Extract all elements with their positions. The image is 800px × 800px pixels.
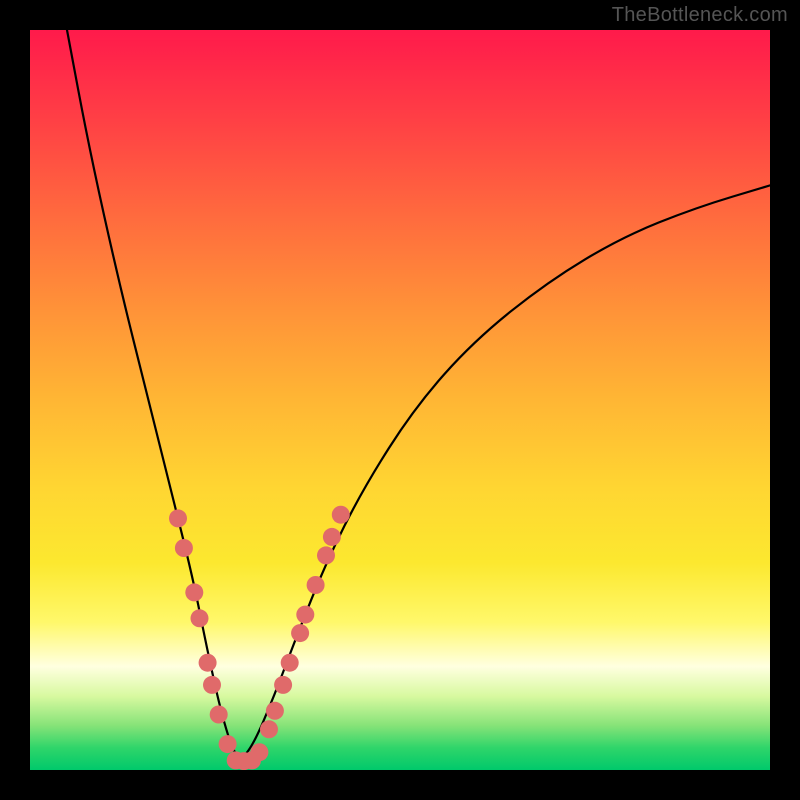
highlight-dot (291, 624, 309, 642)
highlight-dot (296, 606, 314, 624)
highlight-dot (281, 654, 299, 672)
highlight-dot (317, 546, 335, 564)
highlight-dot (219, 735, 237, 753)
curve-layer (30, 30, 770, 770)
highlight-dot (191, 609, 209, 627)
highlight-dot (332, 506, 350, 524)
plot-area (30, 30, 770, 770)
highlight-dot (203, 676, 221, 694)
highlight-dot (199, 654, 217, 672)
highlight-dot (250, 743, 268, 761)
highlight-dot (169, 509, 187, 527)
highlight-dot (307, 576, 325, 594)
chart-frame: TheBottleneck.com (0, 0, 800, 800)
watermark-text: TheBottleneck.com (612, 4, 788, 27)
highlight-dot (185, 583, 203, 601)
bottleneck-curve (67, 30, 770, 757)
highlight-dot (210, 706, 228, 724)
highlight-dot (266, 702, 284, 720)
highlight-dot (260, 720, 278, 738)
highlight-dot (175, 539, 193, 557)
highlight-dot (323, 528, 341, 546)
highlight-dot (274, 676, 292, 694)
